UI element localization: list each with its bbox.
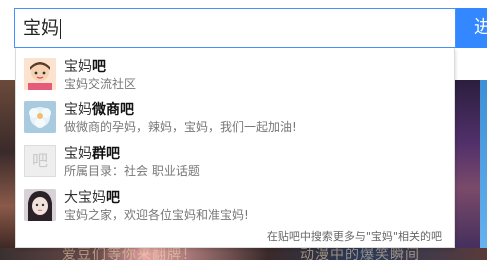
suggestion-item[interactable]: 吧 宝妈群吧 所属目录：社会 职业话题	[16, 139, 454, 181]
suggestion-item[interactable]: 宝妈微商吧 做微商的孕妈，辣妈，宝妈，我们一起加油!	[16, 95, 454, 137]
suggestion-description: 宝妈之家，欢迎各位宝妈和准宝妈!	[64, 208, 249, 222]
text-caret	[60, 19, 61, 39]
default-forum-icon: 吧	[24, 145, 56, 177]
background-image-strip	[480, 80, 487, 260]
suggestion-description: 做微商的孕妈，辣妈，宝妈，我们一起加油!	[64, 120, 297, 134]
suggestion-title: 宝妈吧	[64, 59, 106, 75]
search-query-text: 宝妈	[23, 18, 59, 39]
search-button[interactable]: 进	[456, 8, 487, 48]
suggestion-title: 大宝妈吧	[64, 190, 120, 206]
flower-avatar-icon	[24, 101, 56, 133]
search-more-link[interactable]: 在贴吧中搜索更多与"宝妈"相关的吧	[267, 228, 442, 244]
suggestion-item[interactable]: 宝妈吧 宝妈交流社区	[16, 52, 454, 94]
suggestion-item[interactable]: 大宝妈吧 宝妈之家，欢迎各位宝妈和准宝妈!	[16, 183, 454, 225]
suggestion-dropdown: 宝妈吧 宝妈交流社区 宝妈微商吧 做微商的孕妈，辣妈，宝妈，我们一起加油! 吧 …	[15, 48, 455, 248]
suggestion-title: 宝妈微商吧	[64, 102, 134, 118]
baby-mom-avatar-icon	[24, 58, 56, 90]
search-input[interactable]: 宝妈	[23, 17, 61, 41]
suggestion-description: 宝妈交流社区	[64, 77, 137, 91]
search-box[interactable]: 宝妈	[14, 8, 456, 48]
suggestion-title: 宝妈群吧	[64, 146, 120, 162]
girl-avatar-icon	[24, 189, 56, 221]
suggestion-description: 所属目录：社会 职业话题	[64, 164, 200, 178]
